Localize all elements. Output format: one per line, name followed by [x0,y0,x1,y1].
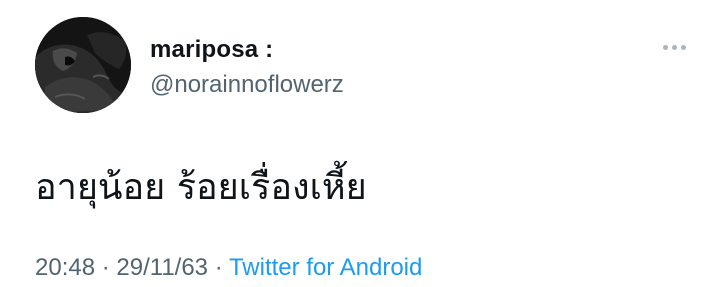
more-horizontal-icon [671,44,677,50]
avatar-photo [35,17,131,113]
more-horizontal-icon [662,44,668,50]
tweet-date[interactable]: 29/11/63 [116,254,208,281]
avatar[interactable] [35,17,131,113]
tweet-source-link[interactable]: Twitter for Android [229,254,422,281]
more-horizontal-icon [680,44,686,50]
tweet-card: mariposa : @norainnoflowerz อายุน้อย ร้อ… [0,0,720,287]
user-handle[interactable]: @norainnoflowerz [150,71,344,99]
display-name[interactable]: mariposa : [150,36,273,64]
tweet-metadata: 20:48 · 29/11/63 · Twitter for Android [35,254,422,282]
meta-separator: · [208,254,229,281]
tweet-text: อายุน้อย ร้อยเรื่องเหี้ย [35,167,367,208]
more-options-button[interactable] [656,34,692,60]
meta-separator: · [95,254,117,281]
tweet-time[interactable]: 20:48 [35,254,95,281]
